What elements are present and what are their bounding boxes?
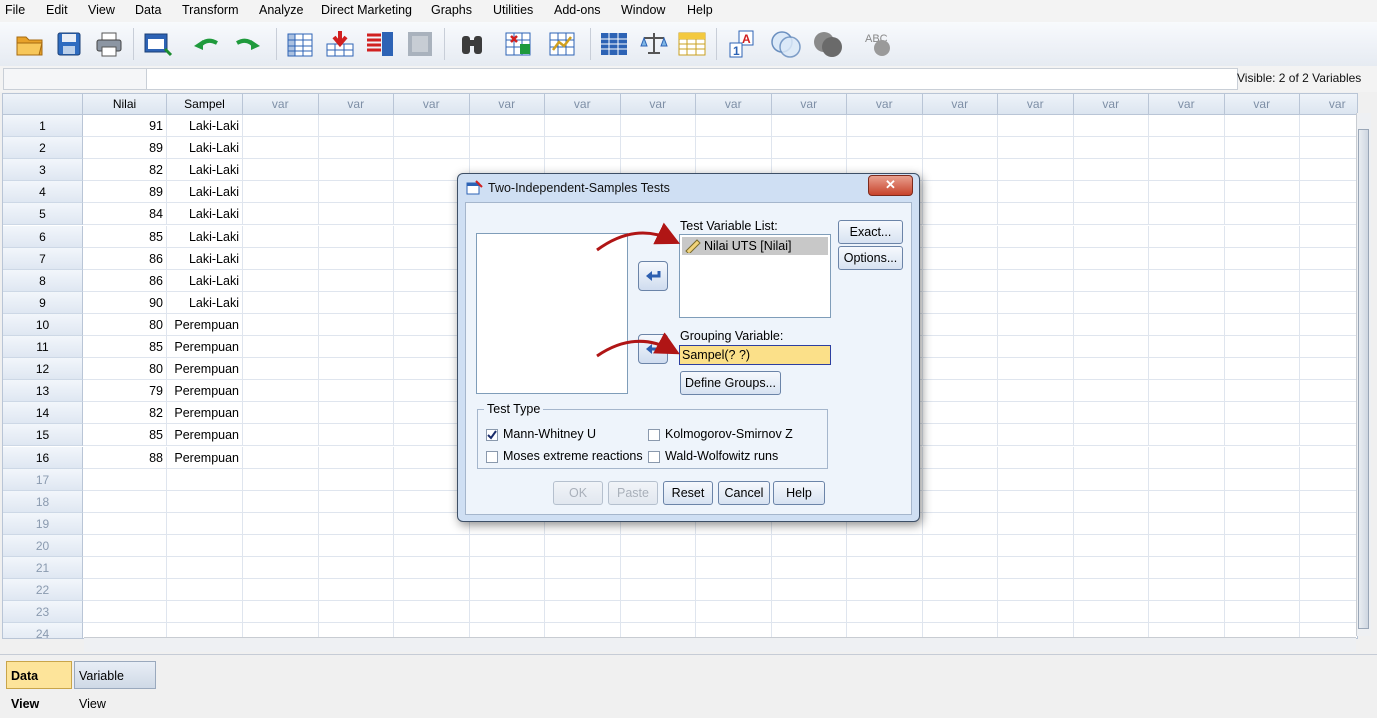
annotation-arrow-grouping: [596, 332, 680, 358]
annotation-arrow-test-variable: [596, 222, 681, 252]
annotation-arrows: [596, 222, 681, 358]
